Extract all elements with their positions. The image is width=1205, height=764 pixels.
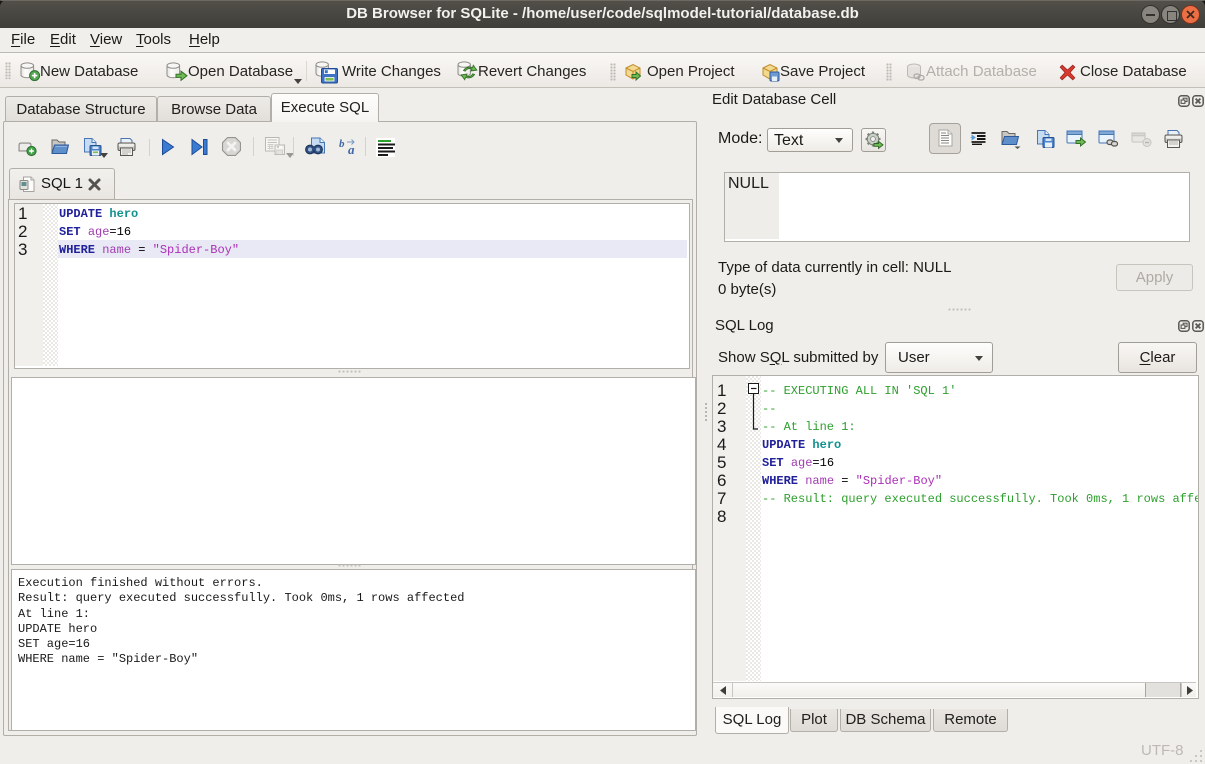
svg-text:b: b	[339, 138, 345, 150]
